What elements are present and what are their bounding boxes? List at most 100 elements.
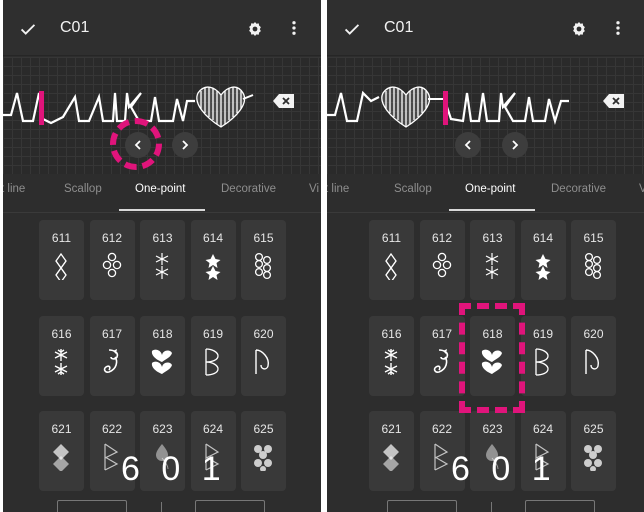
- pattern-number: 624: [532, 422, 554, 436]
- pattern-cell-620[interactable]: 620: [571, 316, 616, 396]
- tab-decorative[interactable]: Decorative: [551, 183, 606, 195]
- stitch-preview[interactable]: [327, 57, 644, 174]
- pattern-number: 620: [253, 327, 274, 341]
- pattern-cell-611[interactable]: 611: [39, 220, 84, 300]
- pattern-cell-621[interactable]: 621: [369, 411, 414, 491]
- active-tab-indicator: [119, 209, 205, 211]
- pattern-number: 612: [431, 231, 453, 245]
- highlight-pattern-618: [459, 303, 525, 413]
- pattern-cell-619[interactable]: 619: [520, 316, 566, 396]
- pattern-cell-618[interactable]: 618: [140, 316, 185, 396]
- tab-divider: [3, 212, 321, 213]
- pattern-cell-614[interactable]: 614: [520, 220, 566, 300]
- pattern-number: 619: [202, 327, 224, 341]
- prev-button[interactable]: [455, 132, 481, 158]
- star-chain-icon: [485, 253, 499, 279]
- pattern-number: 613: [152, 231, 173, 245]
- pattern-cell-612[interactable]: 612: [419, 220, 465, 300]
- chevron-right-icon: [182, 140, 189, 150]
- app-bar: C01: [327, 0, 644, 56]
- pattern-number: 615: [583, 231, 604, 245]
- pattern-number: 615: [253, 231, 274, 245]
- pattern-number: 621: [381, 422, 402, 436]
- bubble-cluster-icon: [584, 252, 602, 280]
- pattern-cell-616[interactable]: 616: [369, 316, 414, 396]
- tab-straight-line[interactable]: t line: [3, 183, 25, 195]
- snowflake-icon: [54, 349, 68, 375]
- pattern-cell-617[interactable]: 617: [419, 316, 465, 396]
- tab-straight-line[interactable]: t line: [327, 183, 349, 195]
- pattern-number: 612: [101, 231, 123, 245]
- stitch-preview[interactable]: [3, 57, 321, 174]
- highlight-prev-button: [110, 118, 162, 170]
- pattern-number: 617: [431, 327, 453, 341]
- pattern-number: 623: [152, 422, 173, 436]
- more-vert-icon[interactable]: [609, 19, 627, 37]
- pattern-cell-613[interactable]: 613: [470, 220, 515, 300]
- tab-scallop[interactable]: Scallop: [394, 183, 432, 195]
- star-chain-icon: [155, 253, 169, 279]
- pattern-cell-625[interactable]: 625: [571, 411, 616, 491]
- next-button[interactable]: [502, 132, 528, 158]
- rose-icon: [433, 349, 448, 373]
- bottom-right-button[interactable]: [195, 500, 265, 512]
- flower-chain-icon: [385, 252, 397, 280]
- pattern-cell-619[interactable]: 619: [190, 316, 236, 396]
- star-pair-icon: [205, 254, 220, 280]
- stitch-pattern-preview: [3, 86, 254, 128]
- bottom-right-button[interactable]: [525, 500, 595, 512]
- club-icon: [584, 445, 602, 471]
- pattern-cell-614[interactable]: 614: [190, 220, 236, 300]
- pattern-cell-615[interactable]: 615: [241, 220, 286, 300]
- check-icon[interactable]: [17, 18, 39, 40]
- pattern-number: 624: [202, 422, 224, 436]
- heart-outline-icon: [204, 348, 219, 376]
- pattern-number: 621: [51, 422, 72, 436]
- category-tabs: t line Scallop One-point Decorative Vi: [3, 183, 321, 213]
- pattern-cell-615[interactable]: 615: [571, 220, 616, 300]
- pattern-cell-620[interactable]: 620: [241, 316, 286, 396]
- pattern-number: 623: [482, 422, 503, 436]
- next-button[interactable]: [172, 132, 198, 158]
- circle-chain-icon: [432, 252, 451, 278]
- active-tab-indicator: [449, 209, 535, 211]
- pattern-cell-612[interactable]: 612: [89, 220, 135, 300]
- pattern-number: 625: [253, 422, 274, 436]
- tab-vintage[interactable]: Vi: [309, 183, 319, 195]
- tab-vintage[interactable]: Vi: [639, 183, 644, 195]
- tab-scallop[interactable]: Scallop: [64, 183, 102, 195]
- pattern-number: 618: [152, 327, 173, 341]
- chevron-right-icon: [512, 140, 519, 150]
- pattern-cell-621[interactable]: 621: [39, 411, 84, 491]
- pattern-number: 622: [101, 422, 123, 436]
- backspace-icon[interactable]: [603, 93, 625, 109]
- leaf-icon: [255, 349, 270, 374]
- pattern-number: 617: [101, 327, 123, 341]
- gear-icon[interactable]: [571, 21, 587, 37]
- bottom-left-button[interactable]: [387, 500, 457, 512]
- more-vert-icon[interactable]: [285, 19, 303, 37]
- gear-icon[interactable]: [247, 21, 263, 37]
- pattern-cell-613[interactable]: 613: [140, 220, 185, 300]
- bottom-left-button[interactable]: [57, 500, 127, 512]
- tab-one-point[interactable]: One-point: [465, 183, 516, 195]
- pattern-number: 613: [482, 231, 503, 245]
- pattern-number: 614: [202, 231, 224, 245]
- backspace-icon[interactable]: [273, 93, 295, 109]
- pattern-cell-625[interactable]: 625: [241, 411, 286, 491]
- bottom-divider: [491, 502, 492, 512]
- screen-right: C01 t line Scallop One-point Decorative …: [327, 0, 644, 512]
- app-title: C01: [384, 19, 414, 36]
- stitch-counter: 6 0 1: [121, 450, 227, 488]
- pattern-cell-617[interactable]: 617: [89, 316, 135, 396]
- pattern-cell-611[interactable]: 611: [369, 220, 414, 300]
- tab-divider: [327, 212, 644, 213]
- pattern-number: 611: [51, 231, 72, 245]
- diamond-icon: [383, 444, 399, 471]
- check-icon[interactable]: [341, 18, 363, 40]
- pattern-cell-616[interactable]: 616: [39, 316, 84, 396]
- tab-decorative[interactable]: Decorative: [221, 183, 276, 195]
- flower-chain-icon: [55, 252, 67, 280]
- double-heart-icon: [151, 349, 172, 374]
- tab-one-point[interactable]: One-point: [135, 183, 186, 195]
